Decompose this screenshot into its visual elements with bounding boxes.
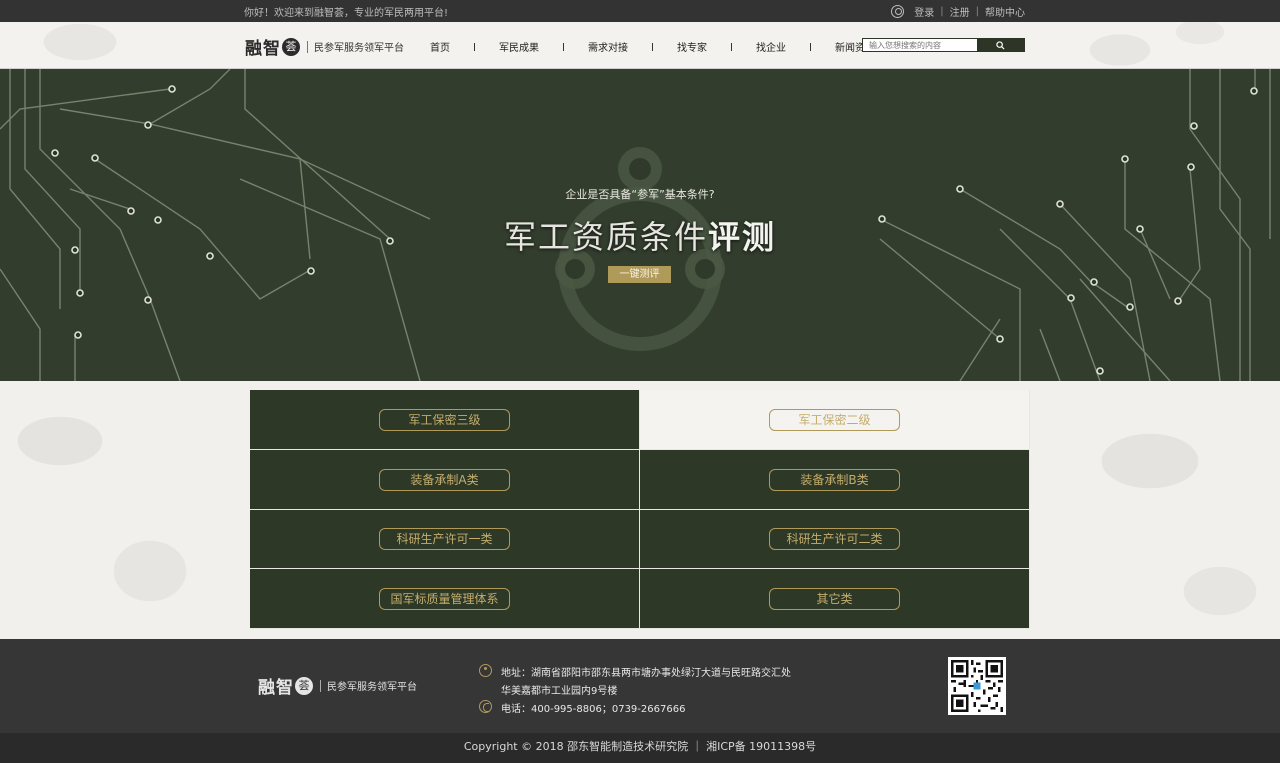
hero-banner: 企业是否具备“参军”基本条件? 军工资质条件评测 一键测评: [0, 69, 1280, 381]
qualification-card[interactable]: 国军标质量管理体系: [250, 569, 640, 629]
qualification-label: 其它类: [769, 587, 900, 610]
qualification-card[interactable]: 装备承制B类: [640, 450, 1030, 510]
logo-divider: [307, 40, 308, 53]
contact-info: 地址： 湖南省邵阳市邵东县两市塘办事处绿汀大道与民旺路交汇处 华美嘉都市工业园内9…: [479, 664, 791, 715]
phone-number: 400-995-8806；0739-2667666: [531, 704, 686, 715]
hero-title-main: 军工资质条件: [503, 218, 708, 256]
logo-divider: [320, 679, 321, 692]
search-box: [862, 38, 1025, 52]
nav-divider: [810, 42, 811, 51]
address-line-1: 湖南省邵阳市邵东县两市塘办事处绿汀大道与民旺路交汇处: [531, 668, 791, 679]
qualification-card[interactable]: 其它类: [640, 569, 1030, 629]
address-line-2: 华美嘉都市工业园内9号楼: [501, 686, 618, 697]
brand-mark: 荟: [282, 37, 300, 56]
nav-divider: [652, 42, 653, 51]
welcome-text: 你好！欢迎来到融智荟，专业的军民两用平台!: [244, 8, 449, 19]
qr-code: [948, 657, 1006, 715]
separator: |: [975, 6, 979, 17]
qualification-card[interactable]: 装备承制A类: [250, 450, 640, 510]
brand-name: 融智: [245, 39, 281, 59]
phone-label: 电话：: [501, 704, 531, 715]
nav-divider: [563, 42, 564, 51]
nav-item-demand[interactable]: 需求对接: [578, 39, 638, 54]
qualification-label: 科研生产许可一类: [379, 528, 510, 550]
brand-slogan: 民参军服务领军平台: [314, 43, 404, 54]
nav-item-enterprises[interactable]: 找企业: [746, 39, 796, 54]
brand-name: 融智: [258, 678, 294, 698]
nav-divider: [731, 42, 732, 51]
address-label: 地址：: [501, 668, 531, 679]
search-button[interactable]: [977, 39, 1024, 51]
top-bar: 你好！欢迎来到融智荟，专业的军民两用平台! 登录 | 注册 | 帮助中心: [0, 0, 1280, 22]
separator: |: [940, 6, 944, 17]
hero-title: 军工资质条件评测: [0, 212, 1280, 258]
hero-subtitle: 企业是否具备“参军”基本条件?: [565, 188, 715, 201]
site-footer: 融智 荟 民参军服务领军平台 地址： 湖南省邵阳市邵东县两市塘办事处绿汀大道与民旺…: [0, 639, 1280, 733]
login-link[interactable]: 登录: [914, 4, 934, 19]
qualification-card[interactable]: 科研生产许可一类: [250, 510, 640, 569]
brand-slogan: 民参军服务领军平台: [327, 682, 417, 693]
qualification-label: 科研生产许可二类: [769, 528, 900, 550]
site-logo[interactable]: 融智 荟 民参军服务领军平台: [245, 34, 404, 59]
footer-logo: 融智 荟 民参军服务领军平台: [258, 673, 417, 698]
copyright-bar: Copyright © 2018 邵东智能制造技术研究院 ｜ 湘ICP备 190…: [0, 733, 1280, 763]
qualification-label: 装备承制B类: [769, 468, 900, 491]
qualification-card[interactable]: 科研生产许可二类: [640, 510, 1030, 569]
hero-title-bold: 评测: [708, 218, 777, 256]
qualification-label: 装备承制A类: [379, 468, 510, 491]
phone-icon: [479, 700, 492, 713]
nav-item-achievements[interactable]: 军民成果: [489, 39, 549, 54]
account-links: 登录 | 注册 | 帮助中心: [891, 4, 1025, 19]
location-pin-icon: [479, 664, 492, 677]
qualification-card[interactable]: 军工保密三级: [250, 390, 640, 450]
nav-item-home[interactable]: 首页: [420, 39, 460, 54]
nav-divider: [474, 42, 475, 51]
user-icon: [891, 5, 905, 18]
nav-item-experts[interactable]: 找专家: [667, 39, 717, 54]
qualification-grid: 军工保密三级 军工保密二级 装备承制A类 装备承制B类 科研生产许可一类 科研生…: [250, 390, 1030, 629]
help-center-link[interactable]: 帮助中心: [985, 4, 1025, 19]
brand-mark: 荟: [295, 676, 313, 695]
qualification-label: 军工保密二级: [769, 408, 900, 431]
evaluate-button[interactable]: 一键测评: [608, 266, 671, 283]
address-row: 地址： 湖南省邵阳市邵东县两市塘办事处绿汀大道与民旺路交汇处: [479, 664, 791, 679]
qualification-card-selected[interactable]: 军工保密二级: [640, 390, 1030, 450]
qualification-label: 军工保密三级: [379, 408, 510, 431]
register-link[interactable]: 注册: [950, 4, 970, 19]
search-input[interactable]: [863, 39, 977, 51]
qualification-section: 军工保密三级 军工保密二级 装备承制A类 装备承制B类 科研生产许可一类 科研生…: [0, 381, 1280, 639]
search-icon: [996, 40, 1005, 50]
site-header: 融智 荟 民参军服务领军平台 首页 军民成果 需求对接 找专家 找企业 新闻资讯…: [0, 22, 1280, 69]
phone-row: 电话： 400-995-8806；0739-2667666: [479, 700, 791, 715]
qualification-label: 国军标质量管理体系: [379, 587, 510, 610]
